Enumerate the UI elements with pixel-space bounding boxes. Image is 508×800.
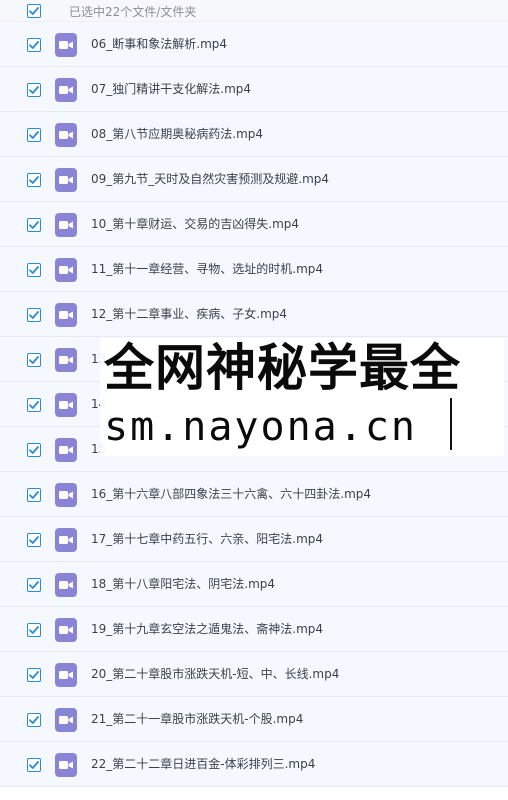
file-row[interactable]: 16_第十六章八部四象法三十六禽、六十四卦法.mp4 <box>0 472 508 517</box>
file-row[interactable]: 07_独门精讲干支化解法.mp4 <box>0 67 508 112</box>
file-row[interactable]: 18_第十八章阳宅法、阴宅法.mp4 <box>0 562 508 607</box>
check-icon <box>29 86 39 94</box>
file-checkbox[interactable] <box>27 173 41 187</box>
video-file-icon <box>55 303 77 327</box>
selection-header: 已选中22个文件/文件夹 <box>0 0 508 22</box>
watermark-url: sm.nayona.cn <box>104 404 417 450</box>
video-file-icon <box>55 123 77 147</box>
file-name[interactable]: 22_第二十二章日进百金-体彩排列三.mp4 <box>91 757 315 771</box>
video-file-icon <box>55 33 77 57</box>
file-name[interactable]: 08_第八节应期奥秘病药法.mp4 <box>91 127 263 141</box>
check-icon <box>29 7 39 15</box>
file-row[interactable]: 06_断事和象法解析.mp4 <box>0 22 508 67</box>
file-row[interactable]: 09_第九节_天时及自然灾害预测及规避.mp4 <box>0 157 508 202</box>
file-checkbox[interactable] <box>27 83 41 97</box>
selection-count-text: 已选中22个文件/文件夹 <box>69 5 197 19</box>
file-name[interactable]: 20_第二十章股市涨跌天机-短、中、长线.mp4 <box>91 667 339 681</box>
file-name[interactable]: 16_第十六章八部四象法三十六禽、六十四卦法.mp4 <box>91 487 371 501</box>
file-name[interactable]: 07_独门精讲干支化解法.mp4 <box>91 82 251 96</box>
video-file-icon <box>55 348 77 372</box>
video-file-icon <box>55 213 77 237</box>
file-name[interactable]: 17_第十七章中药五行、六亲、阳宅法.mp4 <box>91 532 323 546</box>
file-row[interactable]: 17_第十七章中药五行、六亲、阳宅法.mp4 <box>0 517 508 562</box>
select-all-checkbox[interactable] <box>27 4 41 18</box>
file-checkbox[interactable] <box>27 623 41 637</box>
video-file-icon <box>55 393 77 417</box>
video-file-icon <box>55 663 77 687</box>
check-icon <box>29 761 39 769</box>
file-row[interactable]: 12_第十二章事业、疾病、子女.mp4 <box>0 292 508 337</box>
check-icon <box>29 176 39 184</box>
file-name[interactable]: 11_第十一章经营、寻物、选址的时机.mp4 <box>91 262 323 276</box>
file-checkbox[interactable] <box>27 398 41 412</box>
video-file-icon <box>55 438 77 462</box>
file-row[interactable]: 11_第十一章经营、寻物、选址的时机.mp4 <box>0 247 508 292</box>
file-checkbox[interactable] <box>27 38 41 52</box>
video-file-icon <box>55 708 77 732</box>
check-icon <box>29 266 39 274</box>
video-file-icon <box>55 258 77 282</box>
check-icon <box>29 311 39 319</box>
watermark-title: 全网神秘学最全 <box>104 339 461 397</box>
video-file-icon <box>55 483 77 507</box>
check-icon <box>29 491 39 499</box>
file-name[interactable]: 10_第十章财运、交易的吉凶得失.mp4 <box>91 217 299 231</box>
file-name[interactable]: 12_第十二章事业、疾病、子女.mp4 <box>91 307 287 321</box>
file-name[interactable]: 06_断事和象法解析.mp4 <box>91 37 227 51</box>
file-name[interactable]: 21_第二十一章股市涨跌天机-个股.mp4 <box>91 712 303 726</box>
file-row[interactable]: 10_第十章财运、交易的吉凶得失.mp4 <box>0 202 508 247</box>
file-checkbox[interactable] <box>27 713 41 727</box>
check-icon <box>29 356 39 364</box>
file-checkbox[interactable] <box>27 128 41 142</box>
file-row[interactable]: 20_第二十章股市涨跌天机-短、中、长线.mp4 <box>0 652 508 697</box>
file-row[interactable]: 21_第二十一章股市涨跌天机-个股.mp4 <box>0 697 508 742</box>
check-icon <box>29 626 39 634</box>
check-icon <box>29 671 39 679</box>
file-checkbox[interactable] <box>27 668 41 682</box>
file-checkbox[interactable] <box>27 443 41 457</box>
check-icon <box>29 401 39 409</box>
file-checkbox[interactable] <box>27 353 41 367</box>
file-checkbox[interactable] <box>27 488 41 502</box>
file-checkbox[interactable] <box>27 263 41 277</box>
video-file-icon <box>55 528 77 552</box>
file-name[interactable]: 19_第十九章玄空法之遁鬼法、斋神法.mp4 <box>91 622 323 636</box>
check-icon <box>29 536 39 544</box>
video-file-icon <box>55 753 77 777</box>
check-icon <box>29 716 39 724</box>
check-icon <box>29 446 39 454</box>
video-file-icon <box>55 618 77 642</box>
check-icon <box>29 221 39 229</box>
file-row[interactable]: 19_第十九章玄空法之遁鬼法、斋神法.mp4 <box>0 607 508 652</box>
file-name[interactable]: 09_第九节_天时及自然灾害预测及规避.mp4 <box>91 172 329 186</box>
file-name[interactable]: 18_第十八章阳宅法、阴宅法.mp4 <box>91 577 275 591</box>
file-manager: 已选中22个文件/文件夹 06_断事和象法解析.mp4 07_独门精讲干支化解法.… <box>0 0 508 800</box>
file-checkbox[interactable] <box>27 758 41 772</box>
video-file-icon <box>55 78 77 102</box>
file-row[interactable]: 08_第八节应期奥秘病药法.mp4 <box>0 112 508 157</box>
check-icon <box>29 131 39 139</box>
file-checkbox[interactable] <box>27 533 41 547</box>
video-file-icon <box>55 168 77 192</box>
file-checkbox[interactable] <box>27 218 41 232</box>
text-cursor <box>450 398 452 450</box>
check-icon <box>29 41 39 49</box>
file-checkbox[interactable] <box>27 578 41 592</box>
check-icon <box>29 581 39 589</box>
file-row[interactable]: 22_第二十二章日进百金-体彩排列三.mp4 <box>0 742 508 787</box>
video-file-icon <box>55 573 77 597</box>
file-checkbox[interactable] <box>27 308 41 322</box>
